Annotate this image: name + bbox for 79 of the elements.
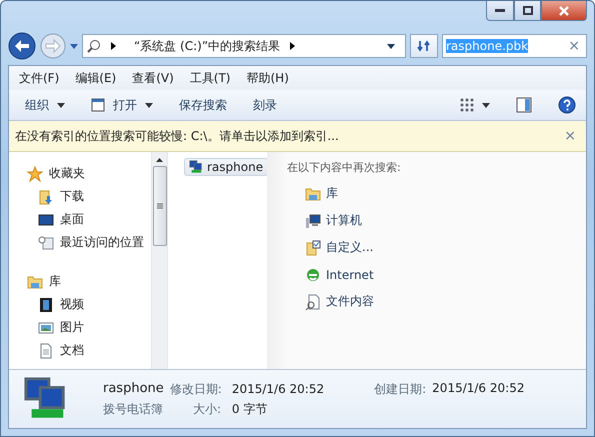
nav-item[interactable]: 文档 [60, 342, 84, 359]
caret-icon [70, 44, 78, 48]
document-search-icon [305, 294, 321, 310]
search-location-link[interactable]: Internet [326, 268, 374, 282]
search-location-link[interactable]: 库 [326, 185, 338, 202]
menu-item[interactable]: 查看(V) [132, 70, 174, 86]
nav-item[interactable]: 视频 [60, 296, 84, 313]
view-options-button[interactable] [460, 98, 490, 112]
search-location-link[interactable]: 文件内容 [326, 293, 374, 310]
refresh-icon [417, 40, 431, 52]
breadcrumb[interactable]: “系统盘 (C:)”中的搜索结果 [134, 38, 280, 54]
address-bar[interactable]: “系统盘 (C:)”中的搜索结果 [82, 34, 406, 58]
scroll-thumb[interactable] [152, 166, 166, 246]
field-label: 创建日期: [374, 380, 426, 398]
close-icon [559, 6, 569, 16]
maximize-button[interactable] [514, 1, 541, 21]
download-folder-icon [38, 188, 54, 204]
chevron-icon [111, 42, 116, 50]
close-button[interactable] [541, 1, 587, 21]
scrollbar[interactable] [151, 152, 167, 369]
network-connection-icon [189, 160, 203, 174]
desktop-icon [38, 212, 54, 228]
refresh-button[interactable] [410, 34, 438, 58]
folder-checkmark-icon [305, 240, 321, 256]
view-grid-icon [460, 98, 474, 112]
scroll-up-icon [156, 158, 163, 162]
window-icon [91, 98, 105, 112]
nav-group[interactable]: 库 [49, 273, 61, 290]
caret-icon [145, 102, 153, 108]
film-icon [38, 296, 54, 312]
nav-item[interactable]: 最近访问的位置 [60, 234, 144, 251]
nav-item[interactable]: 下载 [60, 188, 84, 205]
grip-icon [156, 203, 162, 209]
caret-icon [57, 102, 65, 108]
menu-item[interactable]: 帮助(H) [246, 70, 289, 86]
info-message: 在没有索引的位置搜索可能较慢: C:\。请单击以添加到索引... [15, 128, 339, 144]
field-value: 0 字节 [232, 400, 268, 418]
search-text: rasphone.pbk [446, 39, 528, 53]
library-folder-icon [305, 186, 321, 202]
search-location-link[interactable]: 计算机 [326, 212, 362, 229]
menu-item[interactable]: 编辑(E) [75, 70, 116, 86]
caret-icon [482, 102, 490, 108]
file-name: rasphone [103, 380, 164, 398]
back-button[interactable] [8, 32, 36, 60]
recent-places-icon [38, 234, 54, 250]
toolbar-button[interactable]: 组织 [25, 96, 65, 114]
maximize-icon [522, 6, 532, 15]
info-bar[interactable]: 在没有索引的位置搜索可能较慢: C:\。请单击以添加到索引... × [9, 121, 586, 152]
minimize-button[interactable] [486, 1, 514, 21]
search-location-link[interactable]: 自定义... [326, 239, 374, 256]
field-label: 大小: [193, 400, 222, 418]
file-item[interactable]: rasphone [184, 158, 268, 176]
caret-icon[interactable] [387, 44, 395, 48]
help-icon[interactable] [558, 96, 576, 114]
search-again-heading: 在以下内容中再次搜索: [287, 160, 402, 176]
nav-item[interactable]: 桌面 [60, 211, 84, 228]
field-value: 2015/1/6 20:52 [432, 380, 524, 396]
minimize-icon [495, 8, 505, 12]
search-icon [87, 39, 101, 53]
nav-group[interactable]: 收藏夹 [49, 165, 85, 182]
library-folder-icon [27, 274, 43, 290]
document-icon [38, 342, 54, 358]
nav-item[interactable]: 图片 [60, 319, 84, 336]
menu-item[interactable]: 工具(T) [190, 70, 230, 86]
field-label: 修改日期: [170, 380, 222, 398]
clear-search-button[interactable]: × [568, 38, 580, 54]
toolbar-button[interactable]: 刻录 [253, 96, 277, 114]
field-value: 2015/1/6 20:52 [232, 382, 324, 396]
dismiss-button[interactable]: × [564, 128, 576, 144]
picture-icon [38, 320, 54, 336]
toolbar-button[interactable]: 保存搜索 [179, 96, 227, 114]
file-type: 拨号电话簿 [103, 400, 163, 418]
chevron-icon [290, 42, 296, 50]
search-field[interactable]: rasphone.pbk × [442, 34, 587, 58]
toolbar-button[interactable]: 打开 [91, 96, 153, 114]
computer-icon [305, 212, 321, 228]
menu-item[interactable]: 文件(F) [19, 70, 60, 86]
star-icon [27, 166, 43, 182]
preview-pane-icon[interactable] [516, 97, 532, 113]
